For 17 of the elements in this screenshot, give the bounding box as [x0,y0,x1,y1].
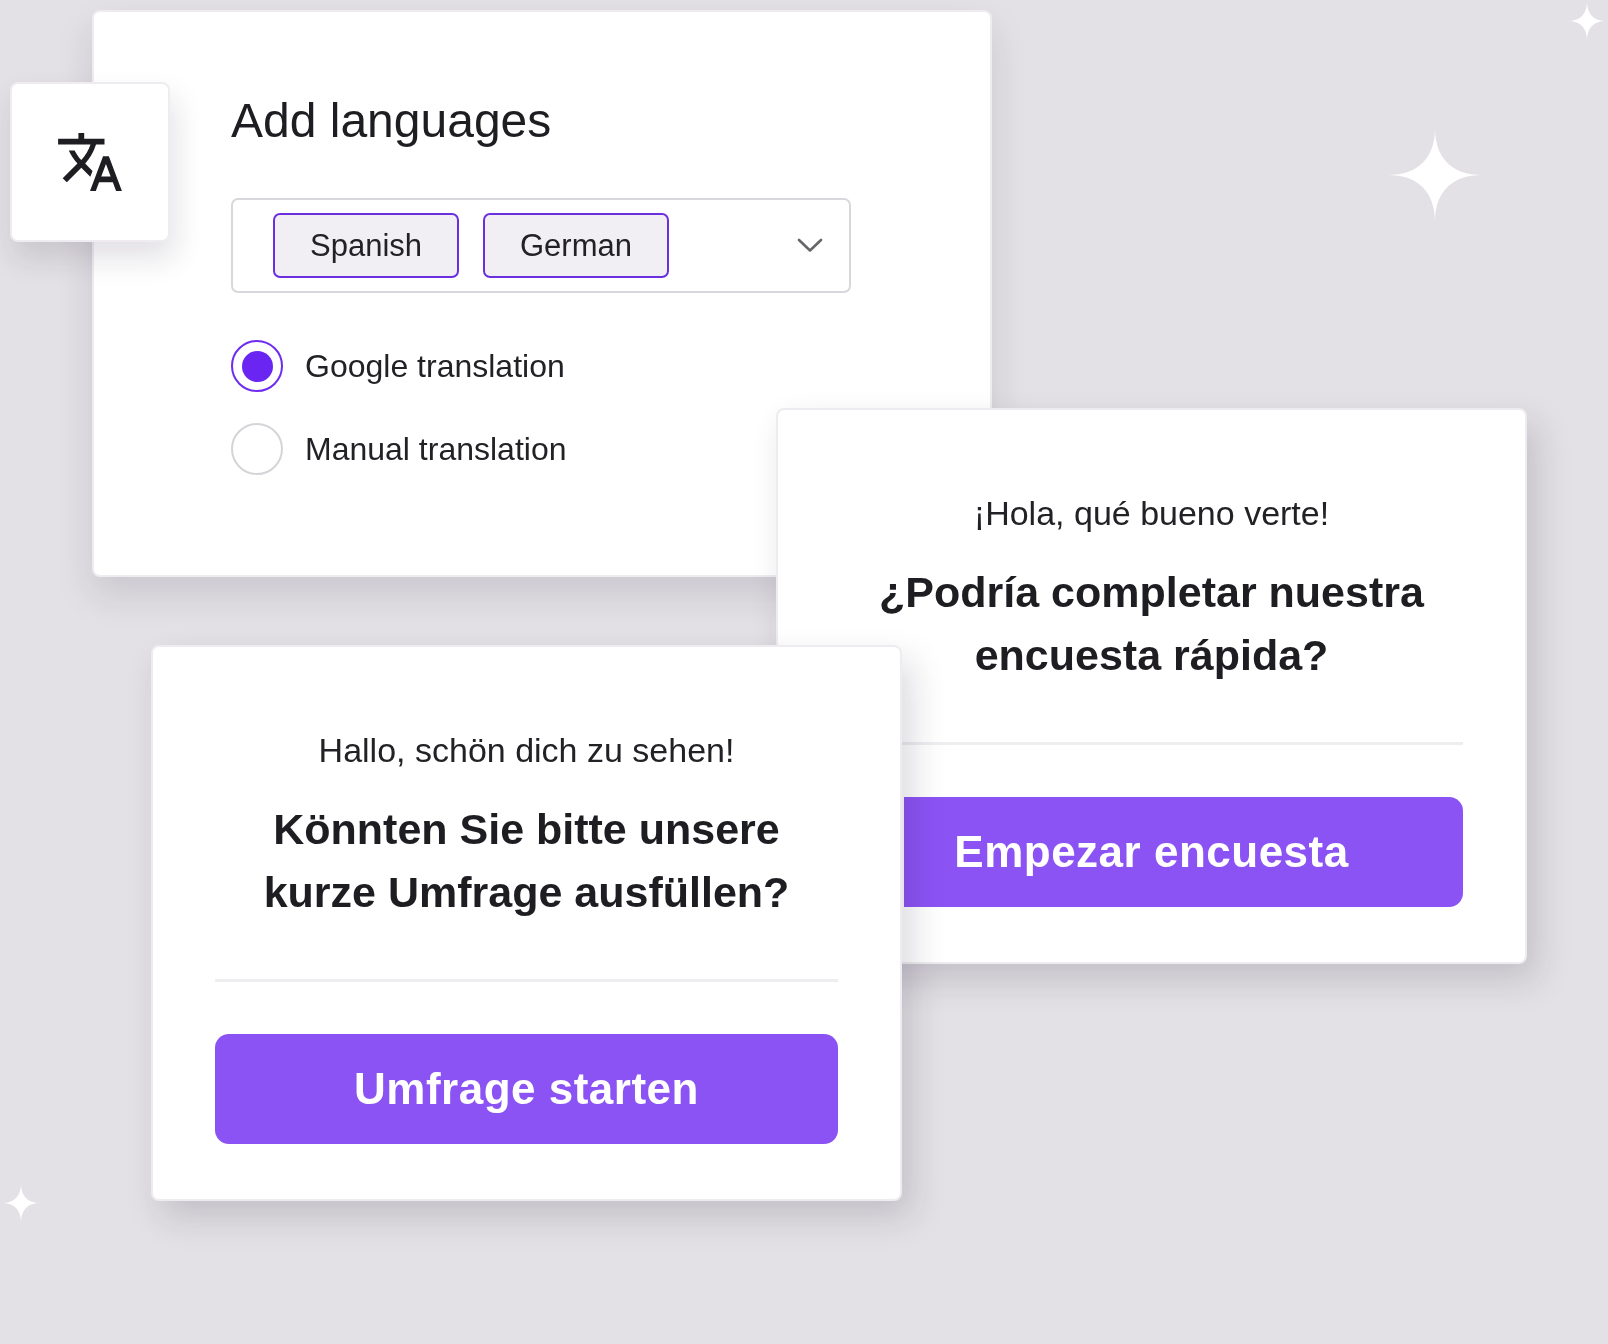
start-survey-button[interactable]: Umfrage starten [215,1034,838,1144]
sparkle-icon [1568,2,1606,40]
sparkle-icon [2,1184,40,1222]
greeting-text: ¡Hola, qué bueno verte! [972,493,1331,534]
card-title: Add languages [231,93,552,149]
language-chip[interactable]: Spanish [273,213,459,278]
survey-question: ¿Podría completar nuestra encuesta rápida? [878,567,1426,681]
radio-button[interactable] [231,340,283,392]
radio-label[interactable]: Manual translation [305,430,567,468]
language-chip[interactable]: German [483,213,669,278]
translate-icon [58,133,122,191]
start-survey-button[interactable]: Empezar encuesta [904,797,1463,907]
greeting-text: Hallo, schön dich zu sehen! [317,730,736,771]
survey-question: Könnten Sie bitte unsere kurze Umfrage ausfüllen? [262,804,791,918]
chevron-down-icon [797,238,823,253]
language-select[interactable]: Spanish German [231,198,851,293]
radio-label[interactable]: Google translation [305,347,565,385]
